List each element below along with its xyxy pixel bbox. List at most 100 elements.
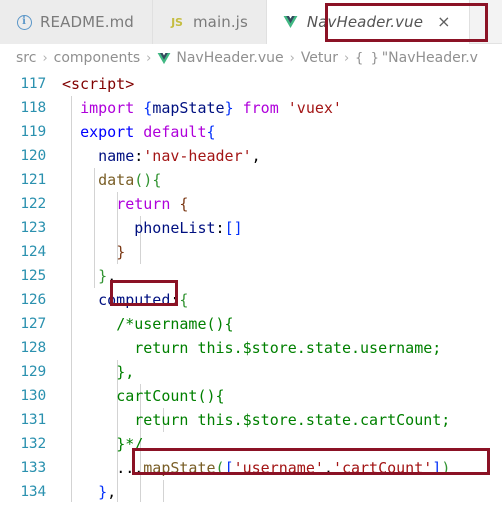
line-number: 127 — [20, 316, 46, 332]
code-token: ... — [116, 459, 144, 477]
code-line[interactable]: 124 } — [0, 240, 502, 264]
code-line-text: }*/ — [62, 432, 502, 456]
tab-readme-md[interactable]: i README.md — [0, 0, 153, 44]
code-token: 'nav-header' — [143, 147, 252, 165]
line-number: 131 — [20, 412, 46, 428]
code-token: mapState — [152, 99, 225, 117]
line-number: 133 — [20, 460, 46, 476]
line-number: 128 — [20, 340, 46, 356]
code-token: ] — [233, 219, 243, 237]
code-line[interactable]: 126 computed:{ — [0, 288, 502, 312]
code-line[interactable]: 125 }, — [0, 264, 502, 288]
code-token: export — [80, 123, 135, 141]
code-line[interactable]: 132 }*/ — [0, 432, 502, 456]
code-token: } — [224, 99, 234, 117]
code-line[interactable]: 129 }, — [0, 360, 502, 384]
code-token: name — [98, 147, 135, 165]
code-line[interactable]: 119 export default{ — [0, 120, 502, 144]
code-token: return this.$store.state.cartCount; — [134, 411, 451, 429]
code-line-text: name:'nav-header', — [62, 144, 502, 168]
chevron-right-icon: › — [344, 50, 350, 66]
code-line[interactable]: 117 <script> — [0, 72, 502, 96]
line-number: 117 — [20, 76, 46, 92]
breadcrumb: src › components › NavHeader.vue › Vetur… — [0, 44, 502, 72]
tab-navheader-vue[interactable]: NavHeader.vue × — [266, 0, 470, 44]
vscode-editor-window: i README.md JS main.js NavHeader.vue × s… — [0, 0, 502, 506]
code-line[interactable]: 120 name:'nav-header', — [0, 144, 502, 168]
code-line[interactable]: 118 import {mapState} from 'vuex' — [0, 96, 502, 120]
braces-icon: { } — [355, 50, 379, 66]
breadcrumb-item-vetur[interactable]: Vetur — [301, 50, 338, 66]
code-line-text: } — [62, 240, 502, 264]
code-token: [ — [224, 459, 234, 477]
info-icon: i — [16, 14, 32, 30]
code-line-text: return this.$store.state.username; — [62, 336, 502, 360]
line-number: 129 — [20, 364, 46, 380]
code-token: , — [251, 147, 261, 165]
code-editor-area[interactable]: 117 <script> 118 import {mapState} from 'v… — [0, 72, 502, 502]
code-line-text: }, — [62, 264, 502, 288]
breadcrumb-item-components[interactable]: components — [54, 50, 141, 66]
code-line-text: data(){ — [62, 168, 502, 192]
code-line-text: return { — [62, 192, 502, 216]
code-token: 'cartCount' — [332, 459, 433, 477]
line-number: 119 — [20, 124, 46, 140]
code-line[interactable]: 128 return this.$store.state.username; — [0, 336, 502, 360]
code-token: mapState — [143, 459, 216, 477]
tab-label: README.md — [40, 13, 134, 31]
code-line[interactable]: 123 phoneList:[] — [0, 216, 502, 240]
line-number: 118 — [20, 100, 46, 116]
code-line-text: phoneList:[] — [62, 216, 502, 240]
tab-label: main.js — [192, 13, 248, 31]
code-token: { — [152, 171, 162, 189]
line-number: 121 — [20, 172, 46, 188]
code-line-text: ...mapState(['username','cartCount']) — [62, 456, 502, 480]
code-token: import — [80, 99, 135, 117]
tab-label: NavHeader.vue — [306, 13, 424, 31]
code-token: { — [206, 123, 216, 141]
code-token: data — [98, 171, 135, 189]
code-token: cartCount(){ — [116, 387, 225, 405]
code-line[interactable]: 133 ...mapState(['username','cartCount']… — [0, 456, 502, 480]
code-token: default — [143, 123, 207, 141]
breadcrumb-item-symbol[interactable]: "NavHeader.v — [382, 50, 478, 66]
code-token: ( — [134, 171, 144, 189]
code-line[interactable]: 131 return this.$store.state.cartCount; — [0, 408, 502, 432]
code-line[interactable]: 130 cartCount(){ — [0, 384, 502, 408]
code-line[interactable]: 127 /*username(){ — [0, 312, 502, 336]
code-token: }, — [116, 363, 135, 381]
vue-icon — [283, 14, 299, 30]
close-icon[interactable]: × — [437, 14, 450, 30]
code-token: { — [143, 99, 153, 117]
line-number: 126 — [20, 292, 46, 308]
chevron-right-icon: › — [42, 50, 48, 66]
line-number: 122 — [20, 196, 46, 212]
tab-main-js[interactable]: JS main.js — [152, 0, 267, 44]
code-line[interactable]: 122 return { — [0, 192, 502, 216]
code-token: /*username(){ — [116, 315, 234, 333]
breadcrumb-item-navheader[interactable]: NavHeader.vue — [176, 50, 283, 66]
code-line[interactable]: 121 data(){ — [0, 168, 502, 192]
js-icon: JS — [171, 15, 183, 29]
code-token: { — [179, 195, 189, 213]
code-line-text: <script> — [62, 72, 502, 96]
line-number: 132 — [20, 436, 46, 452]
code-line[interactable]: 134 }, — [0, 480, 502, 502]
breadcrumb-item-src[interactable]: src — [16, 50, 36, 66]
code-token: 'vuex' — [287, 99, 342, 117]
code-line-text: return this.$store.state.cartCount; — [62, 408, 502, 432]
line-number: 134 — [20, 484, 46, 500]
code-token: } — [98, 483, 108, 501]
